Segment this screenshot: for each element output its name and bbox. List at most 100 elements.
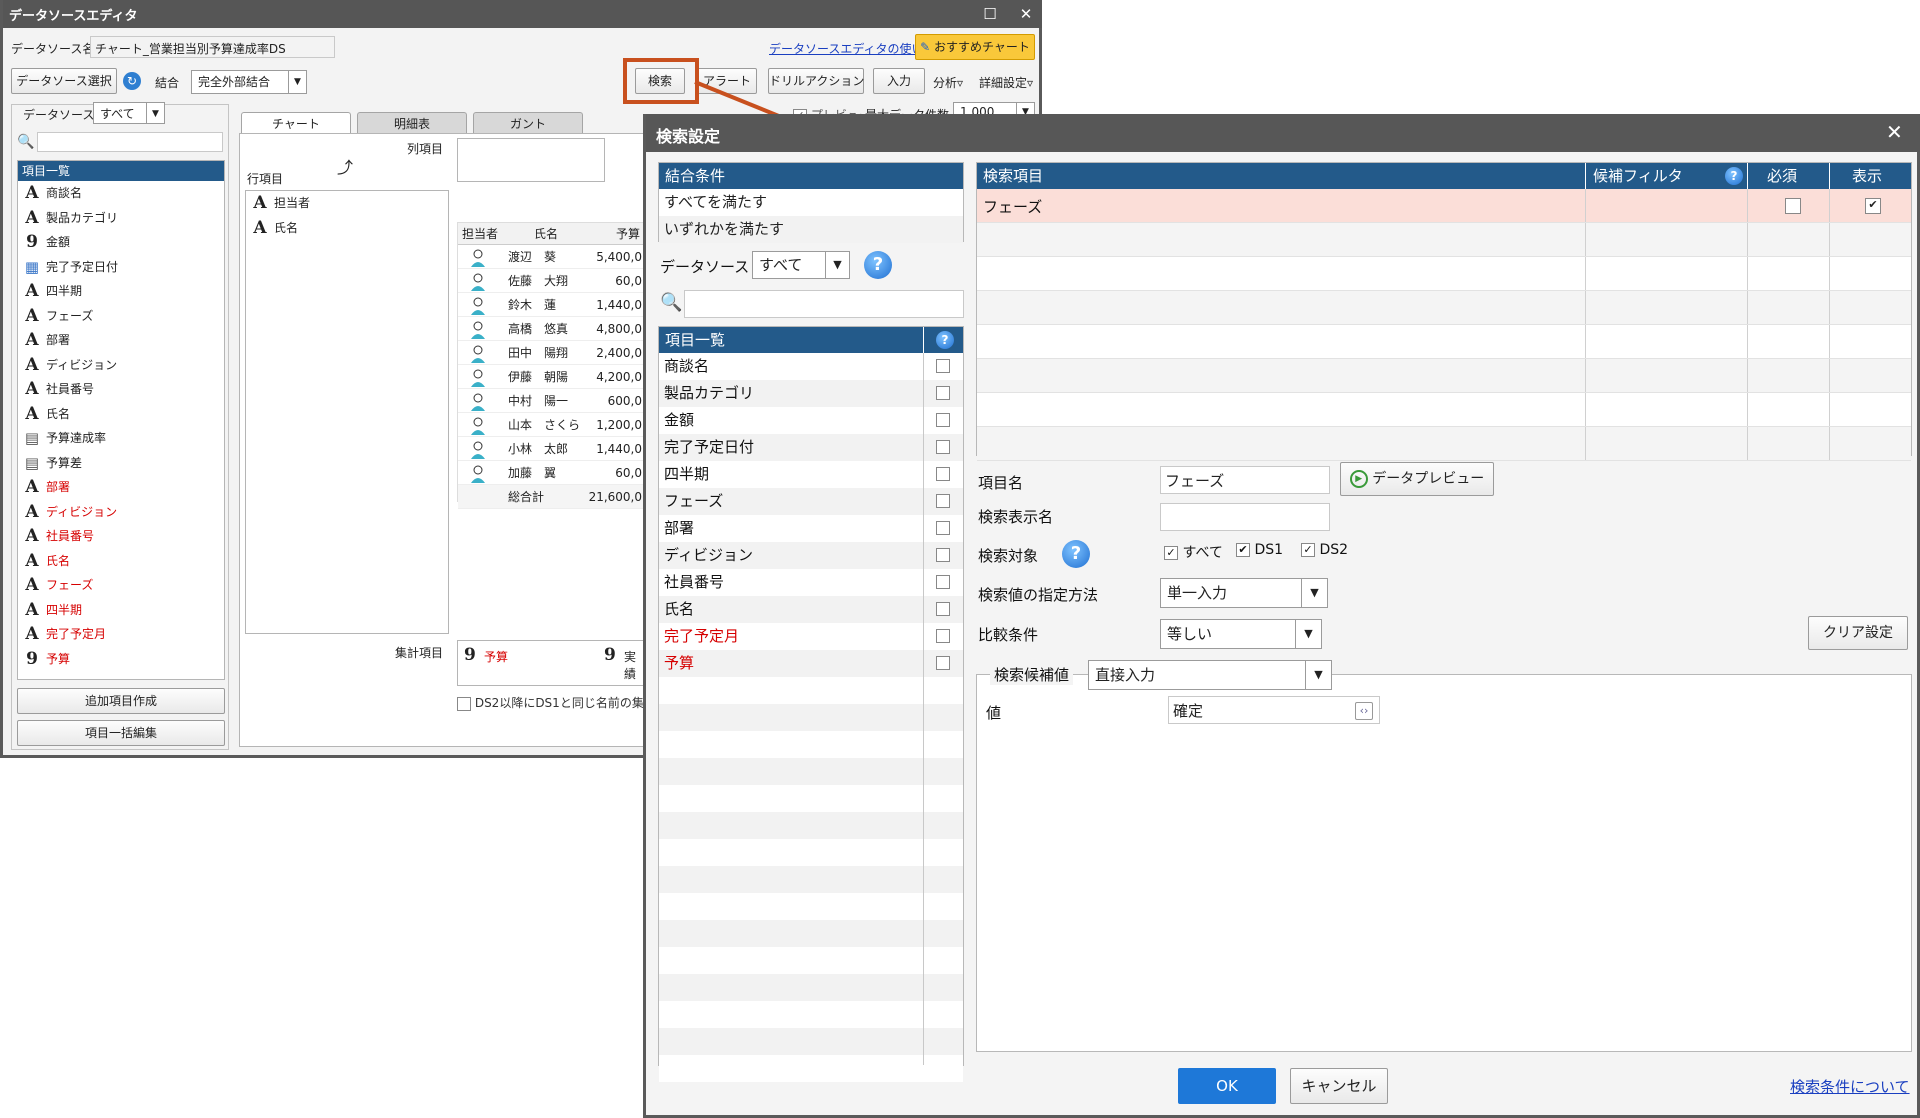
cancel-button[interactable]: キャンセル bbox=[1290, 1068, 1388, 1104]
ds2-checkbox[interactable]: DS2以降にDS1と同じ名前の集計項 bbox=[457, 694, 668, 711]
close-icon[interactable]: ✕ bbox=[1886, 120, 1903, 144]
field-list-item[interactable]: A 社員番号 bbox=[18, 524, 224, 549]
item-checkbox[interactable] bbox=[936, 413, 950, 427]
input-button[interactable]: 入力 bbox=[873, 68, 925, 94]
target-all-checkbox[interactable]: ✓ すべて bbox=[1164, 542, 1223, 562]
candidate-select[interactable]: 直接入力 ▼ bbox=[1088, 660, 1332, 690]
help-icon[interactable]: ? bbox=[1062, 540, 1090, 568]
editor-help-link[interactable]: データソースエディタの使い方 bbox=[769, 40, 936, 57]
target-ds1-checkbox[interactable]: ✔ DS1 bbox=[1236, 542, 1283, 558]
grid-empty-row bbox=[977, 257, 1911, 291]
field-list-item[interactable]: A 部署 bbox=[18, 328, 224, 353]
item-list-row[interactable]: 氏名 bbox=[659, 596, 963, 623]
field-list-item[interactable]: A 製品カテゴリ bbox=[18, 206, 224, 231]
field-list-item[interactable]: A 氏名 bbox=[18, 549, 224, 574]
bulk-edit-button[interactable]: 項目一括編集 bbox=[17, 720, 225, 746]
add-item-button[interactable]: 追加項目作成 bbox=[17, 688, 225, 714]
field-list-item[interactable]: A 氏名 bbox=[18, 402, 224, 427]
field-list-item[interactable]: A 四半期 bbox=[18, 279, 224, 304]
empty-row bbox=[659, 812, 963, 839]
search-conditions-help-link[interactable]: 検索条件について bbox=[1790, 1076, 1910, 1097]
field-list-item[interactable]: A ディビジョン bbox=[18, 500, 224, 525]
item-checkbox[interactable] bbox=[936, 575, 950, 589]
item-search-input[interactable] bbox=[684, 290, 964, 318]
item-list-row[interactable]: ディビジョン bbox=[659, 542, 963, 569]
item-list-row[interactable]: 部署 bbox=[659, 515, 963, 542]
row-item[interactable]: A 氏名 bbox=[246, 216, 448, 241]
target-ds2-checkbox[interactable]: ✓ DS2 bbox=[1301, 542, 1348, 558]
field-list-item[interactable]: A 社員番号 bbox=[18, 377, 224, 402]
help-icon[interactable]: ? bbox=[864, 251, 892, 279]
maximize-icon[interactable]: ☐ bbox=[979, 3, 1001, 25]
agg-item[interactable]: 予算 bbox=[484, 648, 508, 665]
field-list-item[interactable]: ▦ 完了予定日付 bbox=[18, 255, 224, 280]
field-list-item[interactable]: A ディビジョン bbox=[18, 353, 224, 378]
required-checkbox[interactable] bbox=[1785, 198, 1801, 214]
detail-settings-menu[interactable]: 詳細設定▿ bbox=[979, 74, 1033, 91]
item-list-row[interactable]: 完了予定日付 bbox=[659, 434, 963, 461]
item-checkbox[interactable] bbox=[936, 521, 950, 535]
field-list-item[interactable]: A 四半期 bbox=[18, 598, 224, 623]
help-icon[interactable]: ? bbox=[1725, 167, 1743, 185]
compare-select[interactable]: 等しい ▼ bbox=[1160, 619, 1322, 649]
join-option-all[interactable]: すべてを満たす bbox=[659, 189, 963, 216]
field-list-item[interactable]: A 商談名 bbox=[18, 181, 224, 206]
tab-detail[interactable]: 明細表 bbox=[357, 112, 467, 134]
refresh-icon[interactable]: ↻ bbox=[123, 72, 141, 90]
item-list-row[interactable]: 予算 bbox=[659, 650, 963, 677]
field-list-item[interactable]: A フェーズ bbox=[18, 573, 224, 598]
ds-name-field[interactable]: チャート_営業担当別予算達成率DS bbox=[90, 36, 335, 58]
help-icon[interactable]: ? bbox=[936, 331, 954, 349]
display-checkbox[interactable]: ✔ bbox=[1865, 198, 1881, 214]
ds-filter-select[interactable]: すべて ▼ bbox=[93, 102, 165, 124]
ok-button[interactable]: OK bbox=[1178, 1068, 1276, 1104]
field-list-item[interactable]: 9 予算 bbox=[18, 647, 224, 672]
field-list-item[interactable]: A フェーズ bbox=[18, 304, 224, 329]
item-checkbox[interactable] bbox=[936, 494, 950, 508]
item-checkbox[interactable] bbox=[936, 467, 950, 481]
item-checkbox[interactable] bbox=[936, 359, 950, 373]
tab-chart[interactable]: チャート bbox=[241, 112, 351, 134]
field-list-item[interactable]: A 完了予定月 bbox=[18, 622, 224, 647]
swap-icon[interactable]: ⤴ bbox=[337, 154, 353, 178]
join-select[interactable]: 完全外部結合 ▼ bbox=[191, 70, 307, 94]
row-items-area[interactable]: A 担当者 A 氏名 bbox=[245, 190, 449, 634]
item-list-row[interactable]: フェーズ bbox=[659, 488, 963, 515]
item-checkbox[interactable] bbox=[936, 602, 950, 616]
row-item[interactable]: A 担当者 bbox=[246, 191, 448, 216]
item-checkbox[interactable] bbox=[936, 386, 950, 400]
item-list-row[interactable]: 製品カテゴリ bbox=[659, 380, 963, 407]
item-list-row[interactable]: 社員番号 bbox=[659, 569, 963, 596]
close-icon[interactable]: ✕ bbox=[1015, 3, 1037, 25]
field-list-item[interactable]: ▤ 予算達成率 bbox=[18, 426, 224, 451]
variable-icon[interactable]: ‹› bbox=[1355, 702, 1373, 720]
select-datasource-button[interactable]: データソース選択 bbox=[11, 68, 117, 94]
item-checkbox[interactable] bbox=[936, 656, 950, 670]
analysis-menu[interactable]: 分析▿ bbox=[933, 74, 963, 91]
display-name-input[interactable] bbox=[1160, 503, 1330, 531]
recommend-chart-button[interactable]: ✎ おすすめチャート bbox=[915, 34, 1035, 60]
item-list-row[interactable]: 四半期 bbox=[659, 461, 963, 488]
field-list-item[interactable]: ▤ 予算差 bbox=[18, 451, 224, 476]
field-list-item[interactable]: A 部署 bbox=[18, 475, 224, 500]
join-option-any[interactable]: いずれかを満たす bbox=[659, 216, 963, 243]
tab-gantt[interactable]: ガント bbox=[473, 112, 583, 134]
preview-header: 予算 bbox=[616, 227, 641, 241]
item-checkbox[interactable] bbox=[936, 440, 950, 454]
item-list-row[interactable]: 金額 bbox=[659, 407, 963, 434]
item-checkbox[interactable] bbox=[936, 629, 950, 643]
datasource-select[interactable]: すべて ▼ bbox=[752, 251, 850, 279]
grid-row[interactable]: フェーズ ✔ bbox=[977, 189, 1911, 223]
col-items-area[interactable] bbox=[457, 138, 605, 182]
item-list-row[interactable]: 完了予定月 bbox=[659, 623, 963, 650]
field-list-item[interactable]: 9 金額 bbox=[18, 230, 224, 255]
clear-settings-button[interactable]: クリア設定 bbox=[1808, 616, 1908, 650]
agg-items-area[interactable]: 9 予算 9 実績 bbox=[457, 640, 647, 686]
data-preview-button[interactable]: ▶ データプレビュー bbox=[1340, 462, 1494, 496]
value-input[interactable]: 確定 bbox=[1168, 696, 1380, 724]
field-name-input[interactable]: フェーズ bbox=[1160, 466, 1330, 494]
method-select[interactable]: 単一入力 ▼ bbox=[1160, 578, 1328, 608]
item-checkbox[interactable] bbox=[936, 548, 950, 562]
item-list-row[interactable]: 商談名 bbox=[659, 353, 963, 380]
field-search-input[interactable] bbox=[37, 132, 223, 152]
